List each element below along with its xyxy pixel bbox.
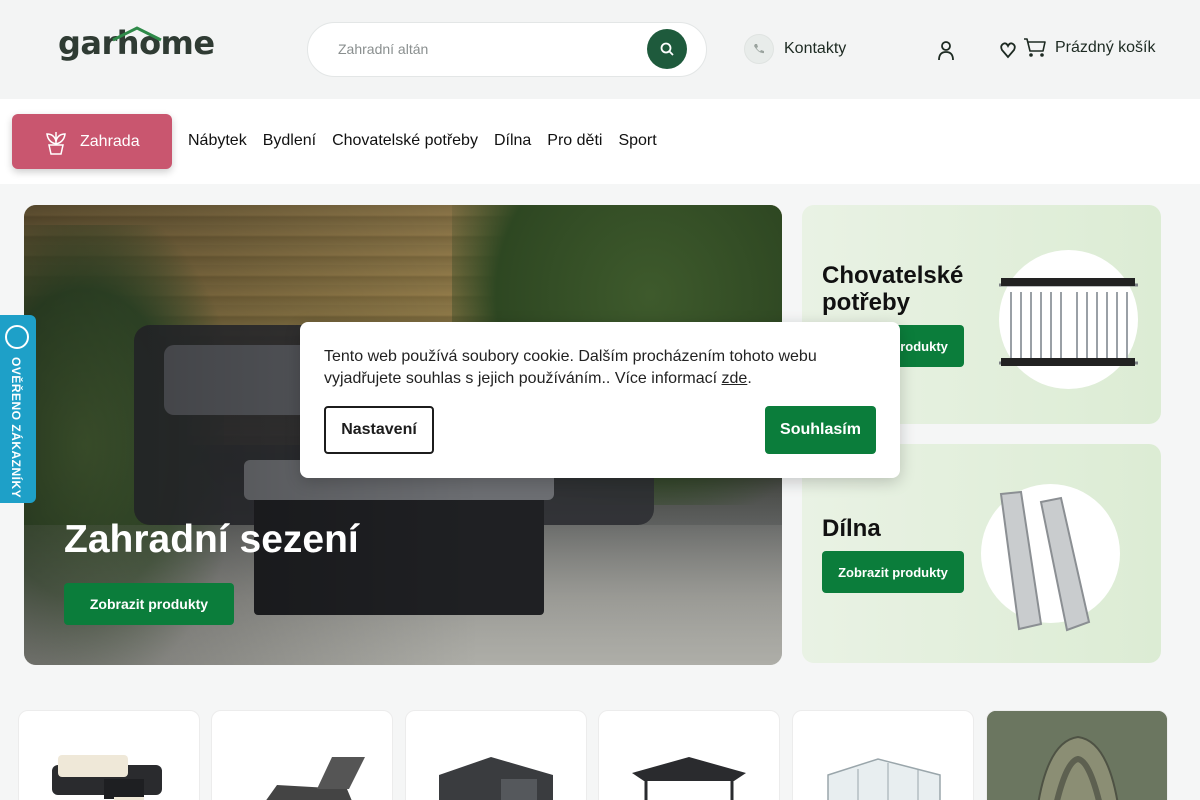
search-button[interactable] — [647, 29, 687, 69]
cookie-more-info-link[interactable]: zde — [722, 370, 748, 387]
sun-lounger-image — [266, 757, 365, 800]
user-icon[interactable] — [937, 40, 955, 62]
ramps-image — [981, 484, 1120, 632]
search-icon — [660, 42, 674, 56]
dog-cage-image — [990, 250, 1149, 389]
site-header: garhome Kontakty Prázdný košík — [0, 0, 1200, 99]
cookie-consent-dialog: Tento web používá soubory cookie. Dalším… — [300, 322, 900, 478]
nav-item-nabytek[interactable]: Nábytek — [188, 132, 247, 150]
nav-links: Nábytek Bydlení Chovatelské potřeby Díln… — [188, 132, 657, 150]
nav-item-sport[interactable]: Sport — [618, 132, 656, 150]
nav-active-label: Zahrada — [80, 132, 140, 150]
nav-item-bydleni[interactable]: Bydlení — [263, 132, 316, 150]
verified-customers-badge[interactable]: OVĚŘENO ZÁKAZNÍKY — [0, 315, 36, 503]
cart-label: Prázdný košík — [1055, 39, 1156, 56]
contacts-link[interactable]: Kontakty — [744, 34, 846, 64]
greenhouse-image — [827, 758, 941, 800]
plant-icon — [46, 131, 66, 155]
nav-item-chovatelske-potreby[interactable]: Chovatelské potřeby — [332, 132, 478, 150]
promo-card-button[interactable]: Zobrazit produkty — [822, 551, 964, 593]
category-tile[interactable] — [792, 710, 974, 800]
contacts-label: Kontakty — [784, 40, 847, 57]
category-tile[interactable] — [211, 710, 393, 800]
nav-item-dilna[interactable]: Dílna — [494, 132, 531, 150]
category-tile[interactable] — [405, 710, 587, 800]
search-input[interactable] — [338, 41, 638, 57]
category-tile[interactable] — [18, 710, 200, 800]
main-navigation: Zahrada Nábytek Bydlení Chovatelské potř… — [0, 99, 1200, 184]
nav-item-pro-deti[interactable]: Pro děti — [547, 132, 602, 150]
garden-shed-image — [439, 757, 553, 800]
promo-card-title: Chovatelské potřeby — [822, 262, 964, 316]
lounge-set-image — [52, 755, 162, 800]
logo-roof-icon — [112, 26, 162, 42]
phone-icon — [744, 34, 774, 64]
badge-label: OVĚŘENO ZÁKAZNÍKY — [9, 357, 23, 499]
cart-link[interactable]: Prázdný košík — [1023, 37, 1155, 59]
hero-title: Zahradní sezení — [64, 518, 359, 561]
category-tile[interactable] — [986, 710, 1168, 800]
hero-show-products-button[interactable]: Zobrazit produkty — [64, 583, 234, 625]
heart-icon[interactable] — [1000, 40, 1016, 60]
search-bar — [307, 22, 707, 77]
heureka-logo-icon — [5, 325, 29, 349]
gazebo-image — [632, 757, 746, 800]
hanging-chair-image — [987, 711, 1167, 800]
cookie-agree-button[interactable]: Souhlasím — [765, 406, 876, 454]
cart-icon — [1024, 38, 1046, 57]
category-tile[interactable] — [598, 710, 780, 800]
cookie-settings-button[interactable]: Nastavení — [324, 406, 434, 454]
nav-item-zahrada[interactable]: Zahrada — [12, 114, 172, 169]
promo-card-title: Dílna — [822, 515, 881, 542]
cookie-message: Tento web používá soubory cookie. Dalším… — [324, 348, 817, 387]
